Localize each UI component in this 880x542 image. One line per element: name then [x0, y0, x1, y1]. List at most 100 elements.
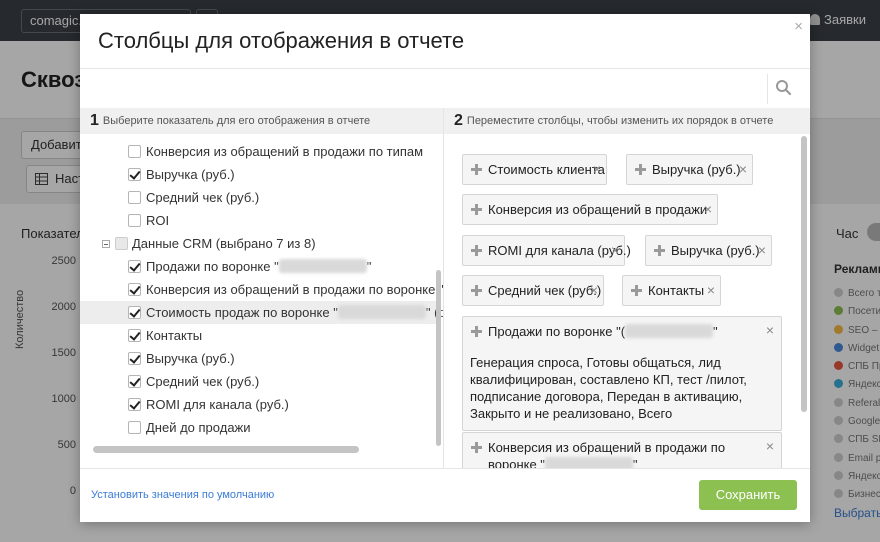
dialog-title: Столбцы для отображения в отчете	[98, 28, 465, 53]
step-number: 1	[90, 112, 99, 129]
collapse-icon[interactable]	[102, 240, 110, 248]
redacted-text	[337, 305, 426, 319]
remove-icon[interactable]: ×	[704, 195, 712, 224]
column-chip-label: Продажи по воронке "("	[488, 324, 718, 339]
column-chip-label: Средний чек (руб.)	[488, 283, 602, 298]
tree-item[interactable]: Средний чек (руб.)	[80, 186, 436, 209]
drag-handle-icon[interactable]	[471, 245, 482, 256]
tree-item[interactable]: Выручка (руб.)	[80, 347, 436, 370]
selected-columns: Стоимость клиента × Выручка (руб.) × Конве…	[444, 134, 810, 468]
tree-item-label: Выручка (руб.)	[146, 167, 235, 182]
divider	[80, 468, 810, 469]
drag-handle-icon[interactable]	[471, 204, 482, 215]
right-column-hint: Переместите столбцы, чтобы изменить их п…	[466, 115, 774, 127]
column-chip-label: Контакты	[648, 283, 705, 298]
tree-item-label: ROMI для канала (руб.)	[146, 397, 289, 412]
column-chip-label: Стоимость клиента	[488, 162, 605, 177]
close-icon[interactable]: ×	[794, 18, 803, 35]
save-button[interactable]: Сохранить	[699, 480, 797, 510]
remove-icon[interactable]: ×	[593, 155, 601, 184]
left-column-header: 1 Выберите показатель для его отображения…	[80, 108, 443, 134]
column-chip-label: ROMI для канала (руб.)	[488, 243, 631, 258]
conversion-column-chip[interactable]: Конверсия из обращений в продажи по воро…	[462, 432, 782, 468]
remove-icon[interactable]: ×	[739, 155, 747, 184]
remove-icon[interactable]: ×	[611, 236, 619, 265]
remove-icon[interactable]: ×	[707, 276, 715, 305]
tree-item[interactable]: Средний чек (руб.)	[80, 370, 436, 393]
search-icon[interactable]	[775, 79, 793, 97]
checkbox[interactable]	[128, 214, 141, 227]
step-number: 2	[454, 112, 463, 129]
column-chip[interactable]: Выручка (руб.) ×	[645, 235, 772, 266]
column-chip-label: Выручка (руб.)	[671, 243, 760, 258]
tree-item[interactable]: Конверсия из обращений в продажи по воро…	[80, 278, 443, 301]
tree-group-label: Данные CRM (выбрано 7 из 8)	[132, 236, 316, 251]
tree-item[interactable]: ROI	[80, 209, 436, 232]
checkbox[interactable]	[128, 191, 141, 204]
drag-handle-icon[interactable]	[654, 245, 665, 256]
left-column-hint: Выберите показатель для его отображения …	[102, 115, 371, 127]
tree-item[interactable]: Стоимость продаж по воронке "" (р	[80, 301, 443, 324]
checkbox[interactable]	[128, 352, 141, 365]
tree-item-label: Контакты	[146, 328, 203, 343]
tree-item-label: Стоимость продаж по воронке "" (р	[146, 305, 443, 320]
tree-vertical-scrollbar[interactable]	[436, 270, 441, 446]
remove-icon[interactable]: ×	[766, 322, 774, 339]
group-checkbox[interactable]	[115, 237, 128, 250]
metrics-tree: Конверсия из обращений в продажи по типа…	[80, 134, 443, 466]
tree-item-label: Средний чек (руб.)	[146, 190, 260, 205]
checkbox[interactable]	[128, 421, 141, 434]
tree-item-label: Дней до продажи	[146, 420, 251, 435]
columns-vertical-scrollbar[interactable]	[801, 136, 807, 412]
checkbox[interactable]	[128, 145, 141, 158]
drag-handle-icon[interactable]	[635, 164, 646, 175]
right-column-header: 2 Переместите столбцы, чтобы изменить их …	[444, 108, 810, 134]
column-chip[interactable]: Стоимость клиента ×	[462, 154, 607, 185]
divider	[80, 68, 810, 69]
remove-icon[interactable]: ×	[590, 276, 598, 305]
column-chip-label: Конверсия из обращений в продажи по воро…	[488, 439, 753, 468]
column-chip[interactable]: Средний чек (руб.) ×	[462, 275, 604, 306]
tree-item-label: Средний чек (руб.)	[146, 374, 260, 389]
checkbox[interactable]	[128, 283, 141, 296]
funnel-stages: Генерация спроса, Готовы общаться, лид к…	[470, 355, 747, 421]
tree-item[interactable]: Конверсия из обращений в продажи по типа…	[80, 140, 436, 163]
tree-item[interactable]: ROMI для канала (руб.)	[80, 393, 436, 416]
tree-item[interactable]: Дней до продажи	[80, 416, 436, 439]
drag-handle-icon[interactable]	[471, 326, 482, 337]
column-chip[interactable]: Конверсия из обращений в продажи ×	[462, 194, 718, 225]
tree-item-label: Конверсия из обращений в продажи по воро…	[146, 282, 443, 297]
divider	[767, 74, 768, 104]
remove-icon[interactable]: ×	[758, 236, 766, 265]
column-chip[interactable]: ROMI для канала (руб.) ×	[462, 235, 631, 266]
tree-item[interactable]: Выручка (руб.)	[80, 163, 436, 186]
remove-icon[interactable]: ×	[766, 438, 774, 455]
checkbox[interactable]	[128, 329, 141, 342]
funnel-column-chip[interactable]: Продажи по воронке "(" × Генерация спрос…	[462, 316, 782, 431]
drag-handle-icon[interactable]	[631, 285, 642, 296]
tree-item[interactable]: Контакты	[80, 324, 436, 347]
tree-item-label: Выручка (руб.)	[146, 351, 235, 366]
tree-item-label: Конверсия из обращений в продажи по типа…	[146, 144, 424, 159]
search-input[interactable]	[80, 72, 766, 106]
drag-handle-icon[interactable]	[471, 285, 482, 296]
column-chip[interactable]: Выручка (руб.) ×	[626, 154, 753, 185]
checkbox[interactable]	[128, 375, 141, 388]
search-bar	[80, 70, 810, 108]
column-chip-label: Конверсия из обращений в продажи	[488, 202, 708, 217]
drag-handle-icon[interactable]	[471, 164, 482, 175]
checkbox[interactable]	[128, 260, 141, 273]
drag-handle-icon[interactable]	[471, 442, 482, 453]
redacted-text	[544, 457, 633, 468]
tree-group-crm[interactable]: Данные CRM (выбрано 7 из 8)	[80, 232, 436, 255]
tree-item-label: Продажи по воронке " "	[146, 259, 372, 274]
checkbox[interactable]	[128, 398, 141, 411]
tree-horizontal-scrollbar[interactable]	[93, 446, 359, 453]
checkbox[interactable]	[128, 168, 141, 181]
checkbox[interactable]	[128, 306, 141, 319]
column-chip[interactable]: Контакты ×	[622, 275, 721, 306]
column-chip-label: Выручка (руб.)	[652, 162, 741, 177]
tree-item[interactable]: Продажи по воронке " "	[80, 255, 436, 278]
columns-dialog: Столбцы для отображения в отчете × 1 Выбе…	[80, 14, 810, 522]
reset-defaults-link[interactable]: Установить значения по умолчанию	[91, 489, 274, 501]
